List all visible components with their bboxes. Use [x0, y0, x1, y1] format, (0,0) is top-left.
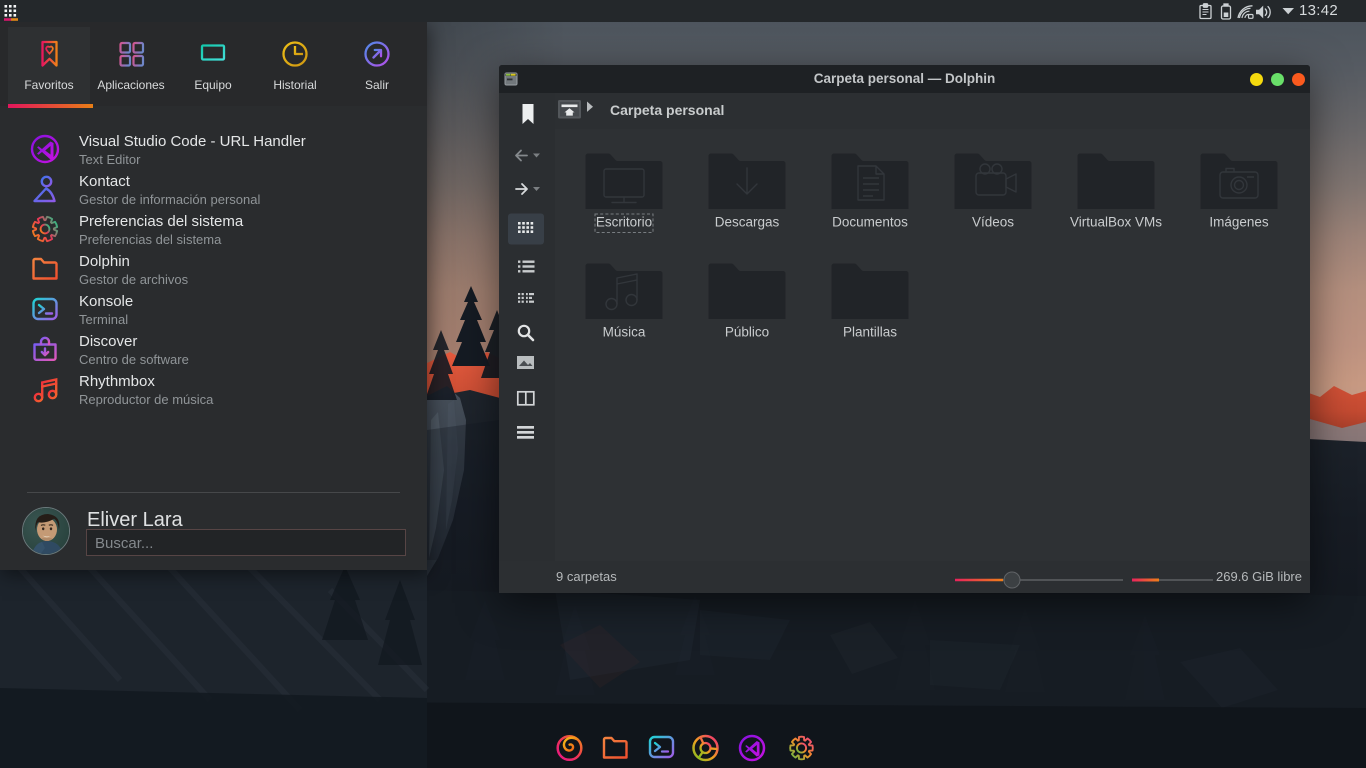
svg-text:Documentos: Documentos: [832, 215, 908, 230]
svg-text:Descargas: Descargas: [715, 215, 780, 230]
svg-text:Música: Música: [603, 325, 646, 340]
svg-text:Vídeos: Vídeos: [972, 215, 1014, 230]
svg-text:VirtualBox VMs: VirtualBox VMs: [1070, 215, 1162, 230]
svg-text:Público: Público: [725, 325, 769, 340]
svg-text:Plantillas: Plantillas: [843, 325, 897, 340]
svg-text:Escritorio: Escritorio: [596, 215, 652, 230]
svg-text:Imágenes: Imágenes: [1209, 215, 1269, 230]
